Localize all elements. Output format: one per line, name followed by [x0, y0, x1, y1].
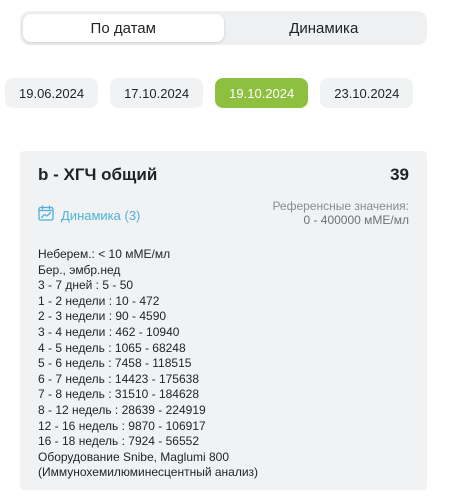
reference-notes: Неберем.: < 10 мМЕ/мл Бер., эмбр.нед 3 -…	[38, 247, 409, 481]
date-chip-list: 19.06.2024 17.10.2024 19.10.2024 23.10.2…	[5, 78, 414, 108]
test-result-card: b - ХГЧ общий 39 Динамика (3) Референсны…	[20, 151, 427, 490]
note-line: 3 - 7 дней : 5 - 50	[38, 278, 134, 293]
note-line: 3 - 4 недели : 462 - 10940	[38, 324, 180, 339]
dynamics-label: Динамика (3)	[61, 208, 141, 223]
chart-icon	[38, 205, 54, 226]
note-line: 7 - 8 недель : 31510 - 184628	[38, 387, 199, 402]
note-line: 5 - 6 недель : 7458 - 118515	[38, 356, 192, 371]
note-line: Оборудование Snibe, Maglumi 800	[38, 449, 230, 464]
reference-value: 0 - 400000 мМЕ/мл	[303, 213, 409, 227]
note-line: Бер., эмбр.нед	[38, 262, 121, 277]
note-line: 4 - 5 недель : 1065 - 68248	[38, 340, 186, 355]
note-line: 12 - 16 недель : 9870 - 106917	[38, 418, 206, 433]
note-line: Неберем.: < 10 мМЕ/мл	[38, 247, 171, 261]
test-value: 39	[390, 165, 409, 184]
tab-by-dates[interactable]: По датам	[23, 14, 224, 42]
reference-label: Референсные значения:	[272, 199, 409, 213]
date-chip-selected[interactable]: 19.10.2024	[215, 78, 309, 108]
card-meta-row: Динамика (3) Референсные значения: 0 - 4…	[38, 199, 409, 227]
note-line: 6 - 7 недель : 14423 - 175638	[38, 371, 199, 386]
note-line: 8 - 12 недель : 28639 - 224919	[38, 402, 206, 417]
tab-dynamics[interactable]: Динамика	[224, 14, 425, 42]
reference-values: Референсные значения: 0 - 400000 мМЕ/мл	[272, 199, 409, 227]
view-mode-segmented-control: По датам Динамика	[20, 11, 427, 45]
date-chip[interactable]: 19.06.2024	[5, 78, 99, 108]
date-chip[interactable]: 23.10.2024	[320, 78, 414, 108]
card-header: b - ХГЧ общий 39	[38, 165, 409, 185]
note-line: 16 - 18 недель : 7924 - 56552	[38, 434, 199, 449]
note-line: (Иммунохемилюминесцентный анализ)	[38, 465, 259, 480]
dynamics-link[interactable]: Динамика (3)	[38, 205, 140, 226]
note-line: 2 - 3 недели : 90 - 4590	[38, 309, 167, 324]
note-line: 1 - 2 недели : 10 - 472	[38, 293, 160, 308]
test-name: b - ХГЧ общий	[38, 165, 158, 184]
date-chip[interactable]: 17.10.2024	[110, 78, 204, 108]
